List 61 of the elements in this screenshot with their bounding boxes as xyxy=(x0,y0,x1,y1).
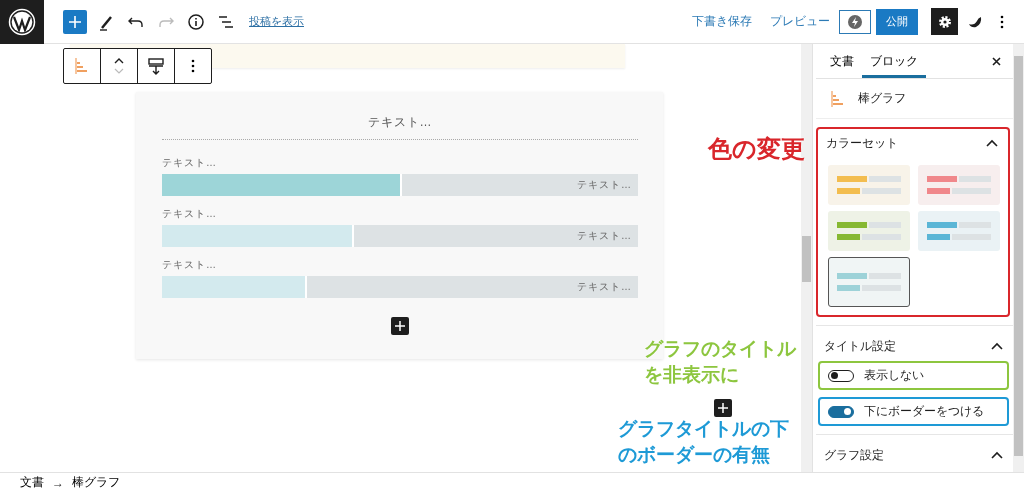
settings-button[interactable] xyxy=(931,8,958,35)
more-options-icon[interactable] xyxy=(191,59,195,73)
scrollbar-thumb[interactable] xyxy=(1014,56,1023,456)
toggle-switch[interactable] xyxy=(828,369,854,382)
annotation-text: グラフのタイトル を非表示に xyxy=(644,337,796,387)
chevron-icon[interactable] xyxy=(991,451,1003,459)
lightning-button[interactable] xyxy=(839,9,871,34)
toggle-label: 下にボーダーをつける xyxy=(864,403,984,420)
scrollbar-thumb[interactable] xyxy=(802,236,811,282)
info-icon[interactable] xyxy=(185,11,207,32)
track-bars-icon xyxy=(862,273,901,291)
annotation-text: グラフタイトルの下 のボーダーの有無 xyxy=(618,417,789,467)
annotation-text: 色の変更 xyxy=(708,136,805,162)
bar-chart-icon xyxy=(831,90,845,107)
track-bars-icon xyxy=(952,222,991,240)
bar-label: テキスト… xyxy=(162,156,218,170)
toggle-label: 表示しない xyxy=(864,367,924,384)
bar-chart-icon xyxy=(75,58,89,74)
bar-label: テキスト… xyxy=(162,207,218,221)
plus-icon xyxy=(69,15,81,28)
color-set-option[interactable] xyxy=(828,165,910,205)
plus-icon xyxy=(718,403,728,413)
bar-label: テキスト… xyxy=(162,258,218,272)
sidebar-tab[interactable]: 文書 xyxy=(822,47,862,78)
panel-title: カラーセット xyxy=(826,134,898,152)
add-block-button[interactable] xyxy=(714,399,732,417)
chevron-icon[interactable] xyxy=(986,139,998,147)
toggle-switch[interactable] xyxy=(828,405,854,418)
more-options-icon[interactable] xyxy=(1000,14,1004,29)
color-set-option[interactable] xyxy=(918,165,1000,205)
track-bars-icon xyxy=(862,176,901,194)
breadcrumb-separator: → xyxy=(52,475,64,490)
save-draft-button[interactable]: 下書き保存 xyxy=(683,13,761,30)
chevron-icon[interactable] xyxy=(991,342,1003,350)
breadcrumb-item[interactable]: 棒グラフ xyxy=(72,474,120,491)
gear-icon xyxy=(937,14,952,29)
track-bars-icon xyxy=(862,222,901,240)
wordpress-logo[interactable] xyxy=(0,0,44,44)
bar-value: テキスト… xyxy=(577,178,633,192)
breadcrumb-item[interactable]: 文書 xyxy=(20,474,44,491)
panel-title: グラフ設定 xyxy=(824,446,884,464)
plus-icon xyxy=(395,321,405,331)
view-post-link[interactable]: 投稿を表示 xyxy=(249,14,304,29)
sidebar-tab[interactable]: ブロック xyxy=(862,47,926,78)
color-set-option[interactable] xyxy=(828,211,910,251)
preview-button[interactable]: プレビュー xyxy=(761,13,839,30)
color-set-option[interactable] xyxy=(828,257,910,307)
publish-button[interactable]: 公開 xyxy=(876,8,918,35)
bar-value: テキスト… xyxy=(577,280,633,294)
lightning-icon xyxy=(848,14,862,29)
add-block-button[interactable] xyxy=(391,317,409,335)
chart-title: テキスト… xyxy=(162,114,638,140)
bar-value: テキスト… xyxy=(577,229,633,243)
moon-icon[interactable] xyxy=(968,15,982,28)
panel-title: タイトル設定 xyxy=(824,337,896,355)
scrollbar[interactable] xyxy=(1013,44,1024,472)
block-name: 棒グラフ xyxy=(858,90,906,107)
track-bars-icon xyxy=(952,176,991,194)
color-set-option[interactable] xyxy=(918,211,1000,251)
add-block-button[interactable] xyxy=(63,9,87,34)
align-icon[interactable] xyxy=(148,57,164,75)
